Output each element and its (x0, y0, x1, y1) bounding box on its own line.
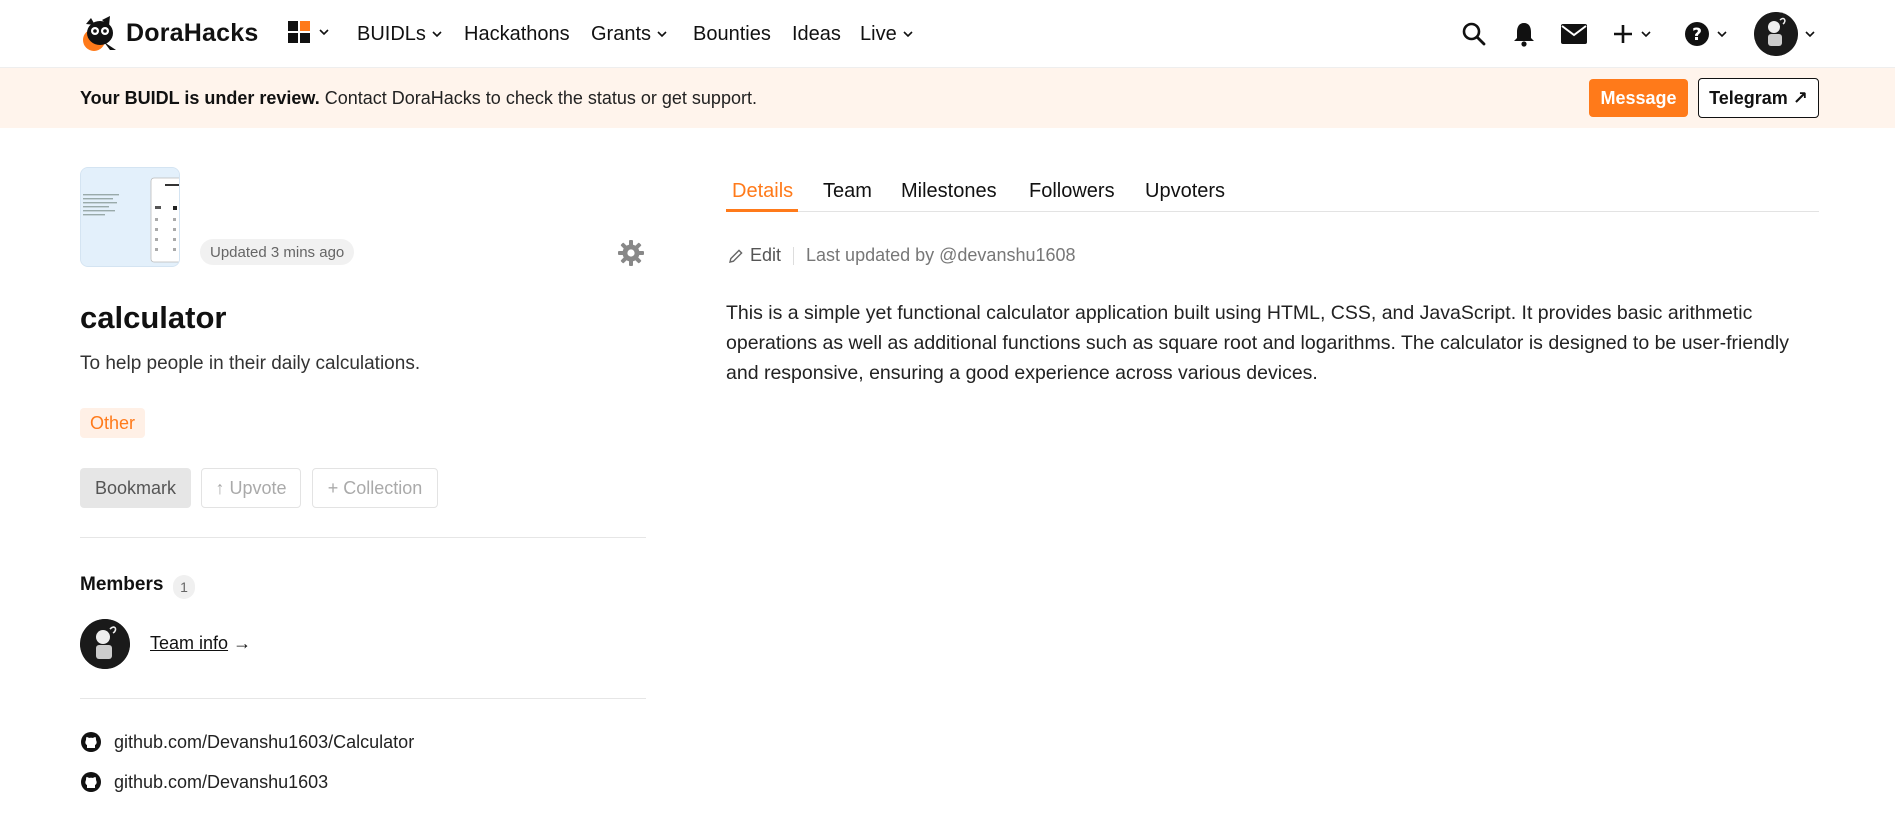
chevron-down-icon (432, 31, 442, 38)
review-banner-message: Contact DoraHacks to check the status or… (324, 88, 757, 108)
divider (80, 537, 646, 538)
pencil-icon (729, 248, 743, 263)
category-tag[interactable]: Other (80, 408, 146, 438)
nav-hackathons[interactable]: Hackathons (464, 0, 570, 68)
tab-details[interactable]: Details (732, 180, 793, 203)
nav-grants-label: Grants (591, 22, 652, 45)
plus-icon (1614, 25, 1632, 43)
message-button[interactable]: Message (1589, 79, 1688, 117)
help-menu-button[interactable]: ? (1684, 20, 1728, 48)
project-description: This is a simple yet functional calculat… (726, 302, 1789, 384)
active-tab-indicator (726, 209, 798, 212)
nav-buidls[interactable]: BUIDLs (357, 0, 443, 68)
chevron-down-icon (1717, 31, 1727, 38)
chevron-down-icon (903, 31, 913, 38)
nav-hackathons-label: Hackathons (464, 22, 570, 45)
chevron-down-icon (1641, 31, 1651, 38)
github-icon (81, 732, 101, 752)
avatar (1754, 12, 1798, 56)
help-icon: ? (1685, 22, 1709, 46)
project-thumbnail (80, 167, 180, 267)
nav-ideas[interactable]: Ideas (792, 0, 841, 68)
last-updated-text: Last updated by @devanshu1608 (806, 245, 1076, 265)
nav-bounties-label: Bounties (693, 22, 771, 45)
github-link-profile[interactable]: github.com/Devanshu1603 (80, 771, 328, 793)
nav-live-label: Live (860, 22, 897, 45)
team-info-link[interactable]: Team info → (150, 633, 251, 654)
search-button[interactable] (1461, 20, 1487, 48)
search-icon (1462, 22, 1486, 46)
messages-button[interactable] (1560, 20, 1588, 48)
top-navbar: DoraHacks BUIDLs Hackathons Grants Bount… (0, 0, 1895, 68)
chevron-down-icon (657, 31, 667, 38)
user-menu-button[interactable] (1754, 12, 1816, 56)
nav-live[interactable]: Live (860, 0, 914, 68)
github-icon (81, 772, 101, 792)
github-link-label: github.com/Devanshu1603 (114, 771, 329, 792)
telegram-button[interactable]: Telegram ↗ (1698, 78, 1819, 118)
separator (793, 246, 795, 265)
bell-icon (1514, 23, 1534, 47)
project-title: calculator (80, 300, 227, 335)
members-count-badge: 1 (173, 575, 195, 599)
dorahacks-logo[interactable]: DoraHacks (80, 14, 258, 52)
tab-milestones[interactable]: Milestones (901, 180, 997, 203)
bookmark-button[interactable]: Bookmark (80, 468, 191, 508)
arrow-right-icon: → (233, 633, 252, 653)
divider (80, 698, 646, 699)
tab-followers[interactable]: Followers (1029, 180, 1115, 203)
nav-buidls-label: BUIDLs (357, 22, 426, 45)
chevron-down-icon (319, 29, 329, 36)
updated-badge: Updated 3 mins ago (200, 239, 355, 265)
mail-icon (1561, 24, 1587, 44)
apps-grid-icon (288, 21, 310, 43)
github-link-repo[interactable]: github.com/Devanshu1603/Calculator (80, 731, 414, 753)
nav-grants[interactable]: Grants (591, 0, 668, 68)
tab-upvoters[interactable]: Upvoters (1145, 180, 1225, 203)
review-banner-bold: Your BUIDL is under review. (80, 88, 320, 108)
nav-ideas-label: Ideas (792, 22, 841, 45)
edit-label: Edit (750, 245, 782, 265)
svg-text:?: ? (1692, 25, 1702, 45)
edit-button[interactable]: Edit (728, 245, 781, 266)
apps-menu-button[interactable] (288, 21, 330, 43)
tab-team[interactable]: Team (823, 180, 872, 203)
upvote-button[interactable]: ↑ Upvote (201, 468, 301, 508)
add-to-collection-button[interactable]: + Collection (312, 468, 438, 508)
chevron-down-icon (1805, 31, 1815, 38)
project-tagline: To help people in their daily calculatio… (80, 353, 421, 374)
gear-icon[interactable] (617, 239, 645, 267)
dorahacks-logo-icon (83, 16, 116, 51)
review-banner-text: Your BUIDL is under review. Contact Dora… (80, 88, 757, 109)
project-tabs: Details Team Milestones Followers Upvote… (726, 170, 1819, 212)
github-link-label: github.com/Devanshu1603/Calculator (114, 731, 415, 752)
brand-name: DoraHacks (126, 18, 259, 47)
create-menu-button[interactable] (1612, 20, 1652, 48)
team-info-label: Team info (150, 633, 229, 653)
nav-bounties[interactable]: Bounties (693, 0, 771, 68)
notifications-button[interactable] (1512, 20, 1536, 48)
member-avatar[interactable] (80, 619, 130, 669)
members-heading: Members (80, 574, 164, 595)
details-meta-row: Edit Last updated by @devanshu1608 (728, 245, 1076, 266)
